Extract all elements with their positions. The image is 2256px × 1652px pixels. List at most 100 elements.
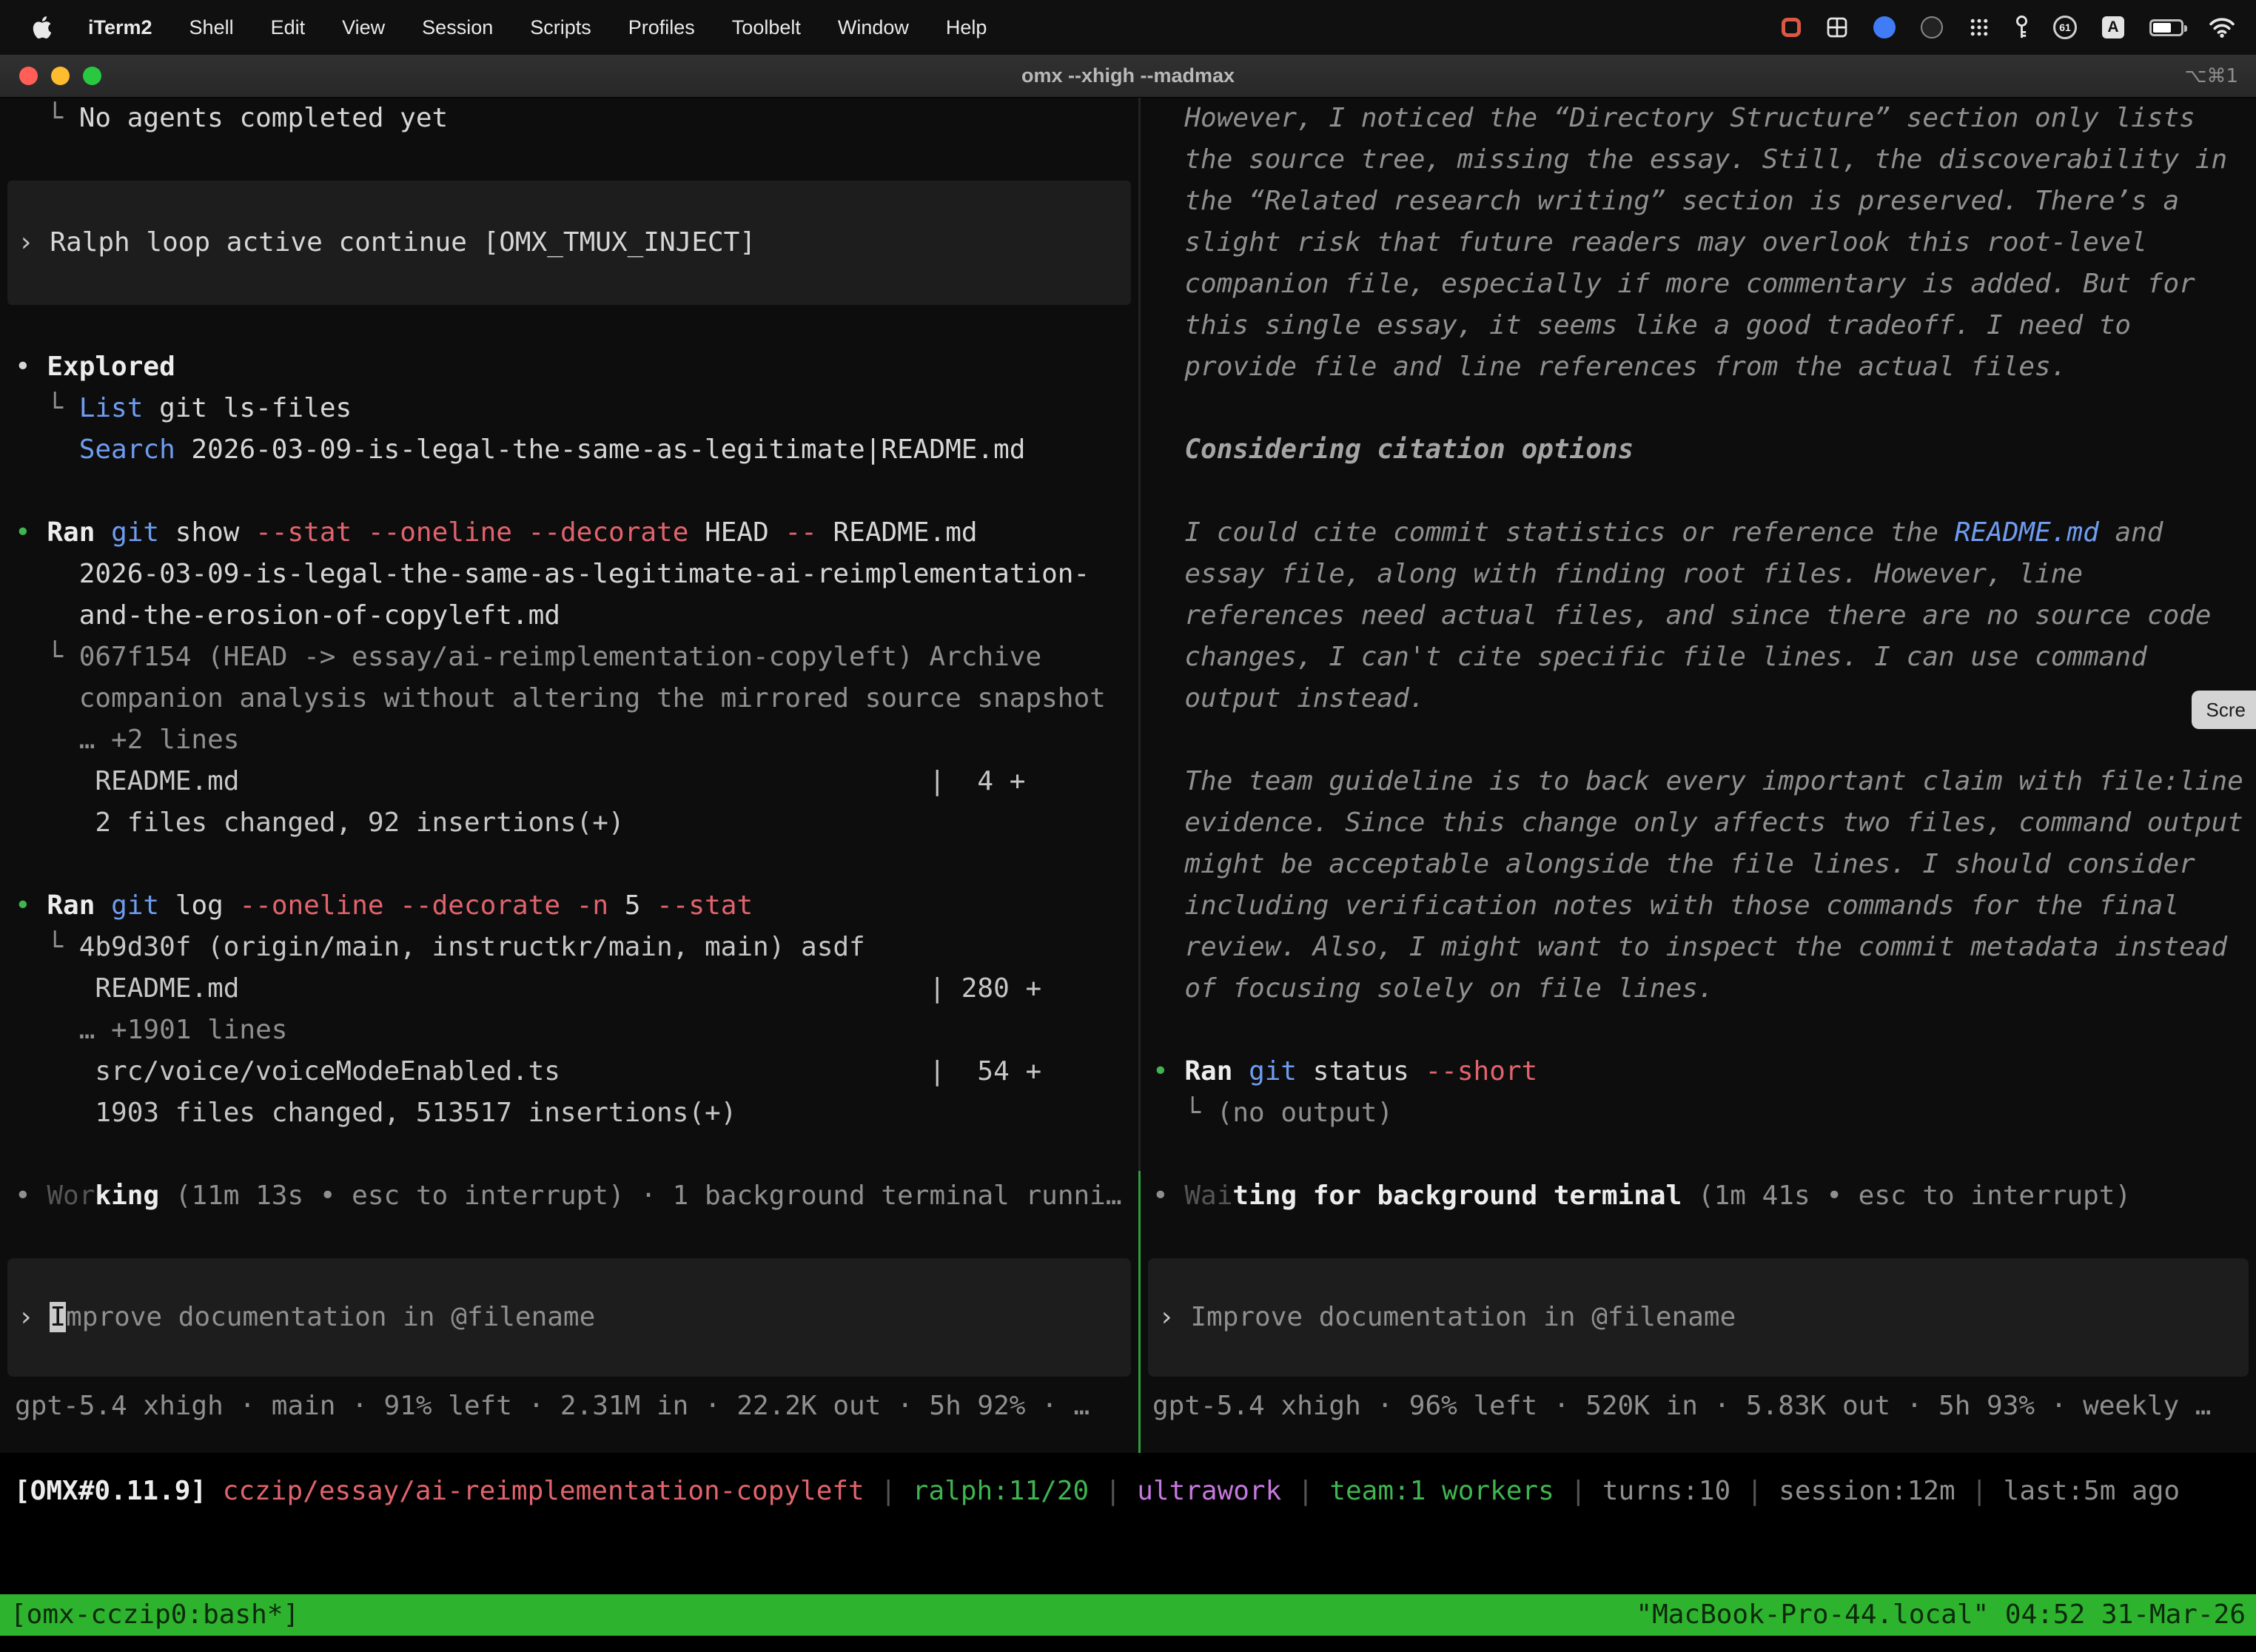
dots-grid-icon[interactable] bbox=[1968, 16, 1990, 38]
terminal-line: The team guideline is to back every impo… bbox=[1141, 761, 2256, 802]
menu-item-profiles[interactable]: Profiles bbox=[610, 16, 714, 39]
left-agent-log: • Explored └ List git ls-files Search 20… bbox=[0, 305, 1138, 1217]
omx-status-area: [OMX#0.11.9] cczip/essay/ai-reimplementa… bbox=[0, 1453, 2256, 1594]
terminal-line: … +1901 lines bbox=[0, 1010, 1138, 1051]
zoom-window-button[interactable] bbox=[83, 67, 101, 85]
terminal-line: … +2 lines bbox=[0, 719, 1138, 761]
menu-item-scripts[interactable]: Scripts bbox=[511, 16, 610, 39]
terminal-line: └ List git ls-files bbox=[0, 388, 1138, 429]
terminal-line: the “Related research writing” section i… bbox=[1141, 181, 2256, 222]
close-window-button[interactable] bbox=[19, 67, 38, 85]
menu-item-shell[interactable]: Shell bbox=[171, 16, 252, 39]
terminal-line: the source tree, missing the essay. Stil… bbox=[1141, 139, 2256, 181]
pane-left[interactable]: └ No agents completed yet › Ralph loop a… bbox=[0, 98, 1138, 1453]
terminal-line: └ 067f154 (HEAD -> essay/ai-reimplementa… bbox=[0, 637, 1138, 678]
wifi-icon[interactable] bbox=[2209, 16, 2235, 38]
terminal-line: However, I noticed the “Directory Struct… bbox=[1141, 98, 2256, 139]
terminal-line bbox=[0, 844, 1138, 885]
terminal-line bbox=[0, 1134, 1138, 1175]
terminal-line: evidence. Since this change only affects… bbox=[1141, 802, 2256, 844]
terminal-line: └ (no output) bbox=[1141, 1092, 2256, 1134]
terminal-line: including verification notes with those … bbox=[1141, 885, 2256, 927]
terminal-line: essay file, along with finding root file… bbox=[1141, 554, 2256, 595]
menubar-status-icons: 61 A bbox=[1782, 15, 2235, 40]
terminal-line bbox=[1141, 1134, 2256, 1175]
terminal-line bbox=[0, 305, 1138, 346]
terminal-line: • Waiting for background terminal (1m 41… bbox=[1141, 1175, 2256, 1217]
grid-app-icon[interactable] bbox=[1826, 16, 1848, 38]
terminal-line: this single essay, it seems like a good … bbox=[1141, 305, 2256, 346]
battery-icon[interactable] bbox=[2149, 19, 2183, 36]
menu-item-help[interactable]: Help bbox=[927, 16, 1006, 39]
window-controls bbox=[19, 55, 101, 97]
terminal-line: and-the-erosion-of-copyleft.md bbox=[0, 595, 1138, 637]
tab-shortcut-label: ⌥⌘1 bbox=[2184, 65, 2238, 87]
terminal-line: provide file and line references from th… bbox=[1141, 346, 2256, 388]
terminal-line bbox=[0, 471, 1138, 512]
tmux-window-list[interactable]: [omx-cczip0:bash*] bbox=[10, 1594, 299, 1636]
terminal-line: └ 4b9d30f (origin/main, instructkr/main,… bbox=[0, 927, 1138, 968]
terminal: └ No agents completed yet › Ralph loop a… bbox=[0, 98, 2256, 1453]
screen-recording-stop-icon[interactable] bbox=[1782, 18, 1801, 37]
terminal-line: output instead. bbox=[1141, 678, 2256, 719]
terminal-line: might be acceptable alongside the file l… bbox=[1141, 844, 2256, 885]
key-icon[interactable] bbox=[2015, 15, 2028, 40]
terminal-line: companion file, especially if more comme… bbox=[1141, 263, 2256, 305]
terminal-line: Search 2026-03-09-is-legal-the-same-as-l… bbox=[0, 429, 1138, 471]
terminal-line: 2026-03-09-is-legal-the-same-as-legitima… bbox=[0, 554, 1138, 595]
terminal-line: • Ran git show --stat --oneline --decora… bbox=[0, 512, 1138, 554]
terminal-line: • Working (11m 13s • esc to interrupt) ·… bbox=[0, 1175, 1138, 1217]
menu-item-session[interactable]: Session bbox=[403, 16, 511, 39]
model-status-right: gpt-5.4 xhigh · 96% left · 520K in · 5.8… bbox=[1141, 1386, 2256, 1427]
ralph-inject-banner: › Ralph loop active continue [OMX_TMUX_I… bbox=[7, 181, 1131, 305]
terminal-line: 2 files changed, 92 insertions(+) bbox=[0, 802, 1138, 844]
tmux-host-time: "MacBook-Pro-44.local" 04:52 31-Mar-26 bbox=[1636, 1594, 2246, 1636]
terminal-line: slight risk that future readers may over… bbox=[1141, 222, 2256, 263]
terminal-line: • Explored bbox=[0, 346, 1138, 388]
blue-app-icon[interactable] bbox=[1873, 16, 1896, 38]
left-scrollback-top: └ No agents completed yet bbox=[0, 98, 1138, 139]
screen-overlay-button[interactable]: Scre bbox=[2192, 691, 2256, 729]
terminal-line: Considering citation options bbox=[1141, 429, 2256, 471]
menu-bar: iTerm2 ShellEditViewSessionScriptsProfil… bbox=[0, 0, 2256, 55]
terminal-line: └ No agents completed yet bbox=[0, 98, 1138, 139]
prompt-input-left[interactable]: › Improve documentation in @filename bbox=[7, 1258, 1131, 1377]
terminal-line: • Ran git log --oneline --decorate -n 5 … bbox=[0, 885, 1138, 927]
battery-gauge-icon[interactable]: 61 bbox=[2053, 16, 2077, 39]
terminal-line: • Ran git status --short bbox=[1141, 1051, 2256, 1092]
app-menu-name[interactable]: iTerm2 bbox=[70, 16, 171, 39]
model-status-left: gpt-5.4 xhigh · main · 91% left · 2.31M … bbox=[0, 1386, 1138, 1427]
window-title-bar: omx --xhigh --madmax ⌥⌘1 bbox=[0, 55, 2256, 98]
menu-item-view[interactable]: View bbox=[323, 16, 403, 39]
terminal-line: README.md | 280 + bbox=[0, 968, 1138, 1010]
omx-status-line: [OMX#0.11.9] cczip/essay/ai-reimplementa… bbox=[0, 1471, 2256, 1512]
terminal-line bbox=[1141, 388, 2256, 429]
prompt-input-right-text: › Improve documentation in @filename bbox=[1148, 1297, 2249, 1338]
menu-item-edit[interactable]: Edit bbox=[252, 16, 324, 39]
terminal-line: src/voice/voiceModeEnabled.ts | 54 + bbox=[0, 1051, 1138, 1092]
pane-right[interactable]: However, I noticed the “Directory Struct… bbox=[1141, 98, 2256, 1453]
minimize-window-button[interactable] bbox=[51, 67, 70, 85]
terminal-line: changes, I can't cite specific file line… bbox=[1141, 637, 2256, 678]
terminal-line bbox=[1141, 471, 2256, 512]
tmux-status-bar: [omx-cczip0:bash*] "MacBook-Pro-44.local… bbox=[0, 1594, 2256, 1636]
menu-item-toolbelt[interactable]: Toolbelt bbox=[714, 16, 819, 39]
prompt-input-left-text: › Improve documentation in @filename bbox=[7, 1297, 1131, 1338]
input-source-icon[interactable]: A bbox=[2102, 16, 2124, 38]
terminal-line: review. Also, I might want to inspect th… bbox=[1141, 927, 2256, 968]
terminal-line bbox=[1141, 719, 2256, 761]
prompt-input-right[interactable]: › Improve documentation in @filename bbox=[1148, 1258, 2249, 1377]
menu-items: ShellEditViewSessionScriptsProfilesToolb… bbox=[171, 16, 1006, 39]
apple-menu-icon[interactable] bbox=[27, 15, 70, 40]
terminal-line: 1903 files changed, 513517 insertions(+) bbox=[0, 1092, 1138, 1134]
terminal-line: of focusing solely on file lines. bbox=[1141, 968, 2256, 1010]
terminal-line: companion analysis without altering the … bbox=[0, 678, 1138, 719]
ralph-inject-text: › Ralph loop active continue [OMX_TMUX_I… bbox=[7, 222, 1131, 263]
right-agent-log: However, I noticed the “Directory Struct… bbox=[1141, 98, 2256, 1217]
window-title: omx --xhigh --madmax bbox=[1021, 64, 1235, 87]
terminal-line bbox=[1141, 1010, 2256, 1051]
terminal-line: references need actual files, and since … bbox=[1141, 595, 2256, 637]
terminal-line: README.md | 4 + bbox=[0, 761, 1138, 802]
dark-app-icon[interactable] bbox=[1921, 16, 1943, 38]
menu-item-window[interactable]: Window bbox=[819, 16, 927, 39]
